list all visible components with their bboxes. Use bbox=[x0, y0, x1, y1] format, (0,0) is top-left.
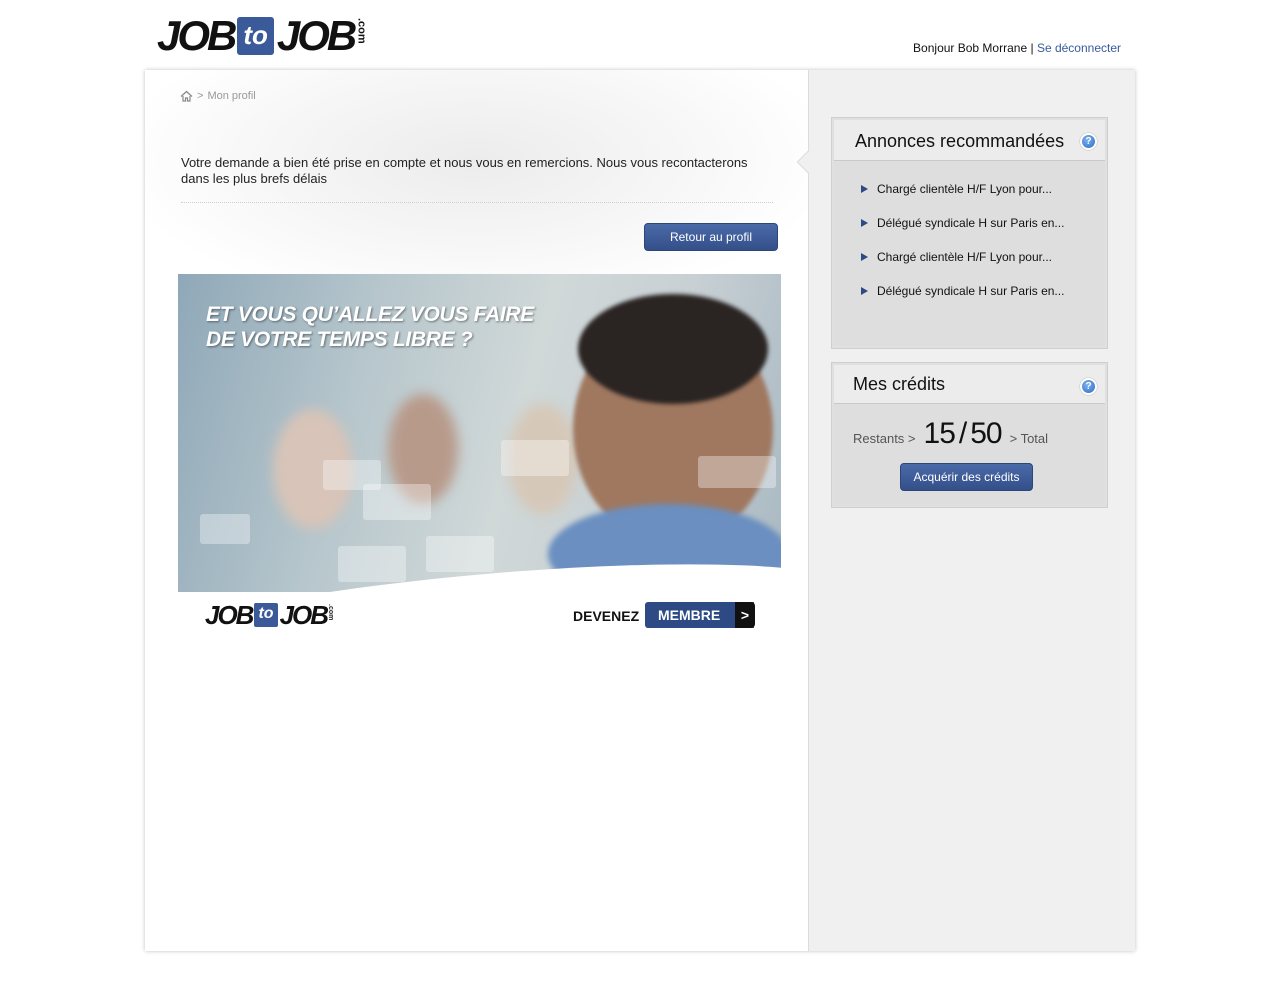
deco-tile bbox=[426, 536, 494, 572]
logout-link[interactable]: Se déconnecter bbox=[1037, 41, 1121, 55]
banner-logo: JOB to JOB .com bbox=[205, 601, 334, 629]
credits-value: 15/50 bbox=[923, 417, 1003, 451]
credits-slash: / bbox=[958, 417, 967, 450]
logo-com: .com bbox=[355, 18, 368, 44]
arrow-right-icon bbox=[861, 219, 868, 227]
banner-headline-line-2: DE VOTRE TEMPS LIBRE ? bbox=[206, 328, 473, 351]
deco-tile bbox=[200, 514, 250, 544]
ad-link[interactable]: Délégué syndicale H sur Paris en... bbox=[877, 284, 1064, 298]
user-area: Bonjour Bob Morrane | Se déconnecter bbox=[913, 41, 1121, 55]
list-item[interactable]: Chargé clientèle H/F Lyon pour... bbox=[861, 250, 1064, 284]
deco-tile bbox=[501, 440, 569, 476]
man-hair bbox=[578, 294, 768, 404]
banner-cta-prefix: DEVENEZ bbox=[573, 608, 640, 624]
credits-remaining-label: Restants > bbox=[853, 431, 916, 446]
list-item[interactable]: Délégué syndicale H sur Paris en... bbox=[861, 216, 1064, 250]
arrow-right-icon bbox=[861, 287, 868, 295]
home-icon[interactable] bbox=[180, 90, 193, 102]
credits-total: 50 bbox=[970, 417, 1002, 450]
divider bbox=[181, 202, 773, 203]
logo-job-2: JOB bbox=[276, 12, 357, 59]
membership-banner[interactable]: ET VOUS QU’ALLEZ VOUS FAIRE DE VOTRE TEM… bbox=[178, 274, 781, 632]
banner-logo-job-2: JOB bbox=[279, 600, 329, 630]
help-icon[interactable]: ? bbox=[1080, 378, 1097, 395]
buy-credits-button[interactable]: Acquérir des crédits bbox=[900, 463, 1033, 491]
chevron-right-icon[interactable]: > bbox=[735, 602, 755, 628]
list-item[interactable]: Délégué syndicale H sur Paris en... bbox=[861, 284, 1064, 318]
panel-body: Annonces recommandées ? Chargé clientèle… bbox=[834, 120, 1105, 346]
list-item[interactable]: Chargé clientèle H/F Lyon pour... bbox=[861, 182, 1064, 216]
arrow-right-icon bbox=[861, 185, 868, 193]
panel-body: Mes crédits ? Restants > 15/50 > Total A… bbox=[834, 365, 1105, 505]
content-area: > Mon profil Votre demande a bien été pr… bbox=[145, 70, 808, 951]
user-separator: | bbox=[1030, 41, 1034, 55]
banner-logo-job-1: JOB bbox=[205, 600, 254, 630]
credits-panel: Mes crédits ? Restants > 15/50 > Total A… bbox=[831, 362, 1108, 508]
banner-headline: ET VOUS QU’ALLEZ VOUS FAIRE DE VOTRE TEM… bbox=[206, 302, 534, 352]
panel-title-credits: Mes crédits bbox=[853, 374, 946, 394]
breadcrumb: > Mon profil bbox=[180, 90, 256, 102]
confirmation-message: Votre demande a bien été prise en compte… bbox=[181, 155, 748, 186]
logo-job-1: JOB bbox=[157, 12, 237, 59]
breadcrumb-current: Mon profil bbox=[207, 90, 256, 102]
credits-remaining: 15 bbox=[923, 417, 956, 450]
back-to-profile-button[interactable]: Retour au profil bbox=[644, 223, 778, 251]
panel-header: Annonces recommandées ? bbox=[834, 120, 1105, 161]
site-logo[interactable]: JOB to JOB .com bbox=[157, 14, 367, 60]
credits-total-label: > Total bbox=[1009, 431, 1049, 446]
panel-title-annonces: Annonces recommandées bbox=[855, 131, 1065, 151]
deco-tile bbox=[363, 484, 431, 520]
deco-tile bbox=[698, 456, 776, 488]
help-icon[interactable]: ? bbox=[1080, 133, 1097, 150]
ads-list: Chargé clientèle H/F Lyon pour... Délégu… bbox=[861, 182, 1064, 318]
banner-headline-line-1: ET VOUS QU’ALLEZ VOUS FAIRE bbox=[206, 303, 534, 326]
ad-link[interactable]: Chargé clientèle H/F Lyon pour... bbox=[877, 250, 1052, 264]
banner-logo-to: to bbox=[254, 603, 278, 627]
deco-tile bbox=[338, 546, 406, 582]
user-greeting: Bonjour Bob Morrane bbox=[913, 41, 1028, 55]
breadcrumb-separator: > bbox=[197, 90, 204, 102]
header: JOB to JOB .com Bonjour Bob Morrane | Se… bbox=[0, 0, 1280, 70]
credits-counter: Restants > 15/50 > Total bbox=[853, 417, 1048, 451]
logo-to: to bbox=[237, 17, 274, 55]
ad-link[interactable]: Délégué syndicale H sur Paris en... bbox=[877, 216, 1064, 230]
panel-header: Mes crédits ? bbox=[834, 365, 1105, 404]
ad-link[interactable]: Chargé clientèle H/F Lyon pour... bbox=[877, 182, 1052, 196]
banner-logo-com: .com bbox=[327, 604, 335, 621]
main-frame: > Mon profil Votre demande a bien été pr… bbox=[145, 70, 1135, 951]
arrow-right-icon bbox=[861, 253, 868, 261]
recommended-ads-panel: Annonces recommandées ? Chargé clientèle… bbox=[831, 117, 1108, 349]
